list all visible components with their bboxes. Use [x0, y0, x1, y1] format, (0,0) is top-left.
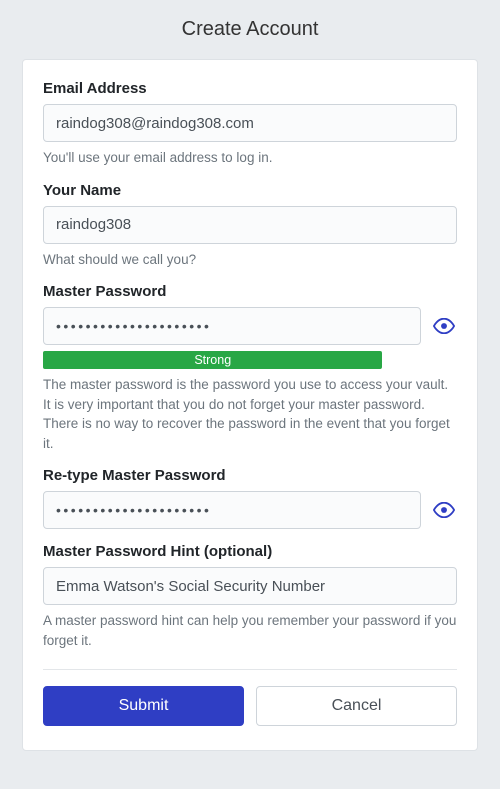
name-input[interactable] — [43, 206, 457, 244]
toggle-password-visibility-button[interactable] — [431, 316, 457, 336]
eye-icon — [433, 318, 455, 334]
master-password-input[interactable] — [43, 307, 421, 345]
divider — [43, 669, 457, 670]
master-password-label: Master Password — [43, 283, 457, 300]
toggle-retype-visibility-button[interactable] — [431, 500, 457, 520]
eye-icon — [433, 502, 455, 518]
name-label: Your Name — [43, 182, 457, 199]
email-input[interactable] — [43, 104, 457, 142]
name-help: What should we call you? — [43, 250, 457, 270]
master-password-help: The master password is the password you … — [43, 375, 457, 453]
master-password-group: Master Password Strong The master passwo… — [43, 283, 457, 453]
retype-password-group: Re-type Master Password — [43, 467, 457, 529]
cancel-button[interactable]: Cancel — [256, 686, 457, 726]
submit-button[interactable]: Submit — [43, 686, 244, 726]
email-label: Email Address — [43, 80, 457, 97]
retype-password-label: Re-type Master Password — [43, 467, 457, 484]
hint-help: A master password hint can help you reme… — [43, 611, 457, 650]
name-group: Your Name What should we call you? — [43, 182, 457, 270]
email-group: Email Address You'll use your email addr… — [43, 80, 457, 168]
hint-input[interactable] — [43, 567, 457, 605]
create-account-form: Email Address You'll use your email addr… — [22, 59, 478, 751]
email-help: You'll use your email address to log in. — [43, 148, 457, 168]
password-strength-bar: Strong — [43, 351, 382, 369]
button-row: Submit Cancel — [43, 686, 457, 726]
retype-password-input[interactable] — [43, 491, 421, 529]
page-title: Create Account — [22, 18, 478, 41]
hint-group: Master Password Hint (optional) A master… — [43, 543, 457, 650]
hint-label: Master Password Hint (optional) — [43, 543, 457, 560]
